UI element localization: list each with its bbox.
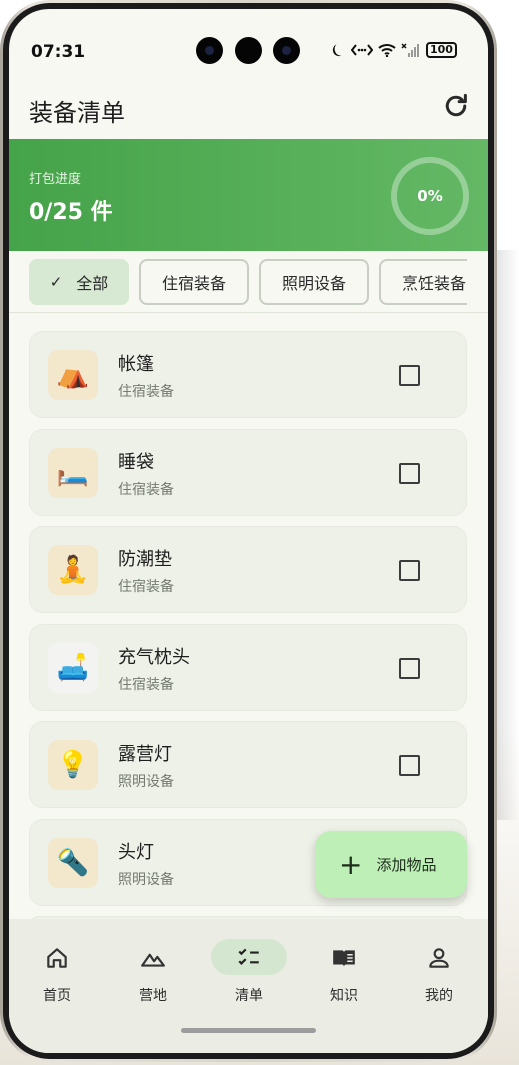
nav-item-home[interactable]: 首页	[17, 935, 97, 1005]
signal-icon	[401, 43, 419, 57]
item-checkbox[interactable]	[399, 560, 420, 581]
mountain-icon	[141, 953, 165, 967]
nav-item-knowledge[interactable]: 知识	[304, 935, 384, 1005]
list-item[interactable]: 🛏️ 睡袋 住宿装备	[29, 429, 467, 516]
item-name: 帐篷	[118, 354, 154, 375]
filter-chip-label: 全部	[76, 274, 109, 293]
moon-icon	[332, 44, 342, 57]
packing-progress-banner: 打包进度 0/25 件 0%	[9, 139, 488, 251]
filter-chip-all[interactable]: ✓ 全部	[29, 259, 129, 305]
status-icons: 100	[331, 42, 457, 58]
book-icon	[333, 950, 355, 967]
item-category: 住宿装备	[118, 482, 174, 498]
progress-label: 打包进度	[29, 172, 82, 187]
camera-lens-icon	[196, 37, 223, 64]
status-time: 07:31	[31, 42, 86, 62]
filter-chip-label: 住宿装备	[161, 274, 226, 293]
refresh-icon[interactable]	[441, 91, 471, 121]
item-checkbox[interactable]	[399, 463, 420, 484]
item-category: 照明设备	[118, 774, 174, 790]
item-name: 睡袋	[118, 452, 154, 473]
item-checkbox[interactable]	[399, 755, 420, 776]
category-filter-bar: ✓ 全部 住宿装备 照明设备 烹饪装备	[9, 251, 488, 313]
filter-chip-lighting[interactable]: 照明设备	[259, 259, 369, 305]
nav-label: 知识	[330, 988, 358, 1004]
item-name: 充气枕头	[118, 647, 190, 668]
home-icon	[47, 948, 67, 968]
nav-label: 清单	[235, 988, 263, 1004]
plus-icon: +	[339, 847, 363, 881]
nav-label: 首页	[43, 988, 71, 1004]
meditation-icon: 🧘	[48, 545, 98, 595]
bed-icon: 🛏️	[48, 448, 98, 498]
screen: 07:31 100 装备清单 打包进度 0/25 件 0% ✓ 全部 住宿装备 …	[9, 9, 488, 1053]
item-checkbox[interactable]	[399, 658, 420, 679]
page-title: 装备清单	[29, 99, 125, 127]
filter-chip-lodging[interactable]: 住宿装备	[139, 259, 249, 305]
progress-percent: 0%	[417, 187, 443, 205]
phone-frame: 07:31 100 装备清单 打包进度 0/25 件 0% ✓ 全部 住宿装备 …	[0, 0, 497, 1062]
list-item[interactable]: 🧘 防潮垫 住宿装备	[29, 526, 467, 613]
status-bar: 07:31 100	[9, 9, 488, 77]
data-transfer-icon	[351, 44, 373, 56]
nav-label: 我的	[425, 988, 453, 1004]
item-checkbox[interactable]	[399, 365, 420, 386]
battery-icon: 100	[426, 42, 457, 58]
add-item-button[interactable]: + 添加物品	[315, 831, 467, 898]
item-category: 住宿装备	[118, 677, 174, 693]
checklist-icon	[238, 948, 259, 965]
list-item[interactable]: 💡 露营灯 照明设备	[29, 721, 467, 808]
add-item-label: 添加物品	[376, 856, 437, 874]
item-category: 住宿装备	[118, 384, 174, 400]
home-indicator[interactable]	[181, 1028, 316, 1033]
item-category: 住宿装备	[118, 579, 174, 595]
stage: 07:31 100 装备清单 打包进度 0/25 件 0% ✓ 全部 住宿装备 …	[0, 0, 519, 1065]
filter-chip-cooking[interactable]: 烹饪装备	[379, 259, 467, 305]
filter-chip-label: 烹饪装备	[401, 274, 466, 293]
item-category: 照明设备	[118, 872, 174, 888]
tent-icon: ⛺	[48, 350, 98, 400]
app-bar: 装备清单	[9, 77, 488, 139]
wifi-icon	[378, 44, 396, 57]
person-icon	[429, 948, 449, 968]
list-item[interactable]: ⛺ 帐篷 住宿装备	[29, 331, 467, 418]
camera-lens-icon	[235, 37, 262, 64]
check-icon: ✓	[49, 273, 63, 291]
flashlight-icon: 🔦	[48, 838, 98, 888]
nav-item-checklist[interactable]: 清单	[209, 935, 289, 1005]
item-name: 防潮垫	[118, 549, 172, 570]
phone-bezel: 07:31 100 装备清单 打包进度 0/25 件 0% ✓ 全部 住宿装备 …	[3, 3, 494, 1059]
nav-item-profile[interactable]: 我的	[399, 935, 479, 1005]
camera-lens-icon	[273, 37, 300, 64]
item-name: 露营灯	[118, 744, 172, 765]
nav-item-campsite[interactable]: 营地	[113, 935, 193, 1005]
nav-label: 营地	[139, 988, 167, 1004]
progress-count: 0/25 件	[29, 200, 113, 225]
couch-icon: 🛋️	[48, 643, 98, 693]
light-bulb-icon: 💡	[48, 740, 98, 790]
filter-chip-label: 照明设备	[281, 274, 346, 293]
chip-row: ✓ 全部 住宿装备 照明设备 烹饪装备	[29, 259, 467, 305]
list-item[interactable]: 🛋️ 充气枕头 住宿装备	[29, 624, 467, 711]
background-panel-shadow	[497, 250, 519, 820]
item-name: 头灯	[118, 842, 154, 863]
